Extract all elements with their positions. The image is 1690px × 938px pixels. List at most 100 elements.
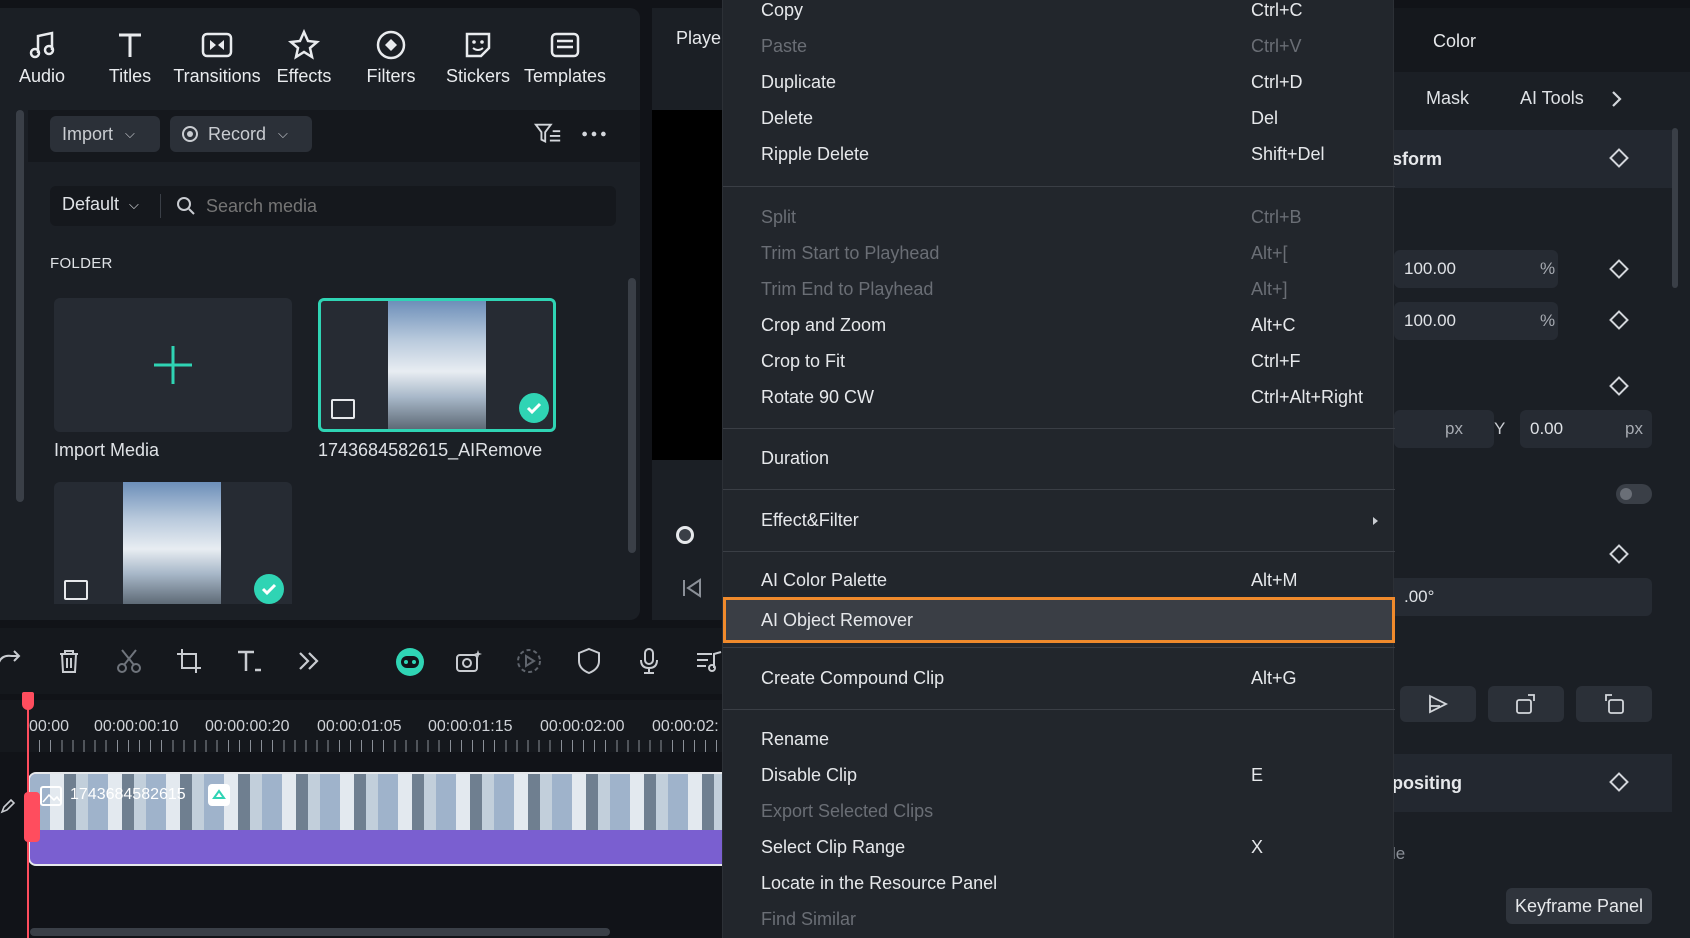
menu-item-ai-object-remover[interactable]: AI Object Remover: [723, 597, 1395, 643]
menu-item-label: Trim Start to Playhead: [761, 243, 940, 263]
menu-item-trim-end[interactable]: Trim End to Playhead Alt+]: [723, 272, 1395, 308]
scissors-icon[interactable]: [114, 646, 144, 676]
trash-icon[interactable]: [54, 646, 84, 676]
menu-item-crop-and-zoom[interactable]: Crop and Zoom Alt+C: [723, 308, 1395, 344]
rotate-left-button[interactable]: [1576, 686, 1652, 722]
menu-item-ripple-delete[interactable]: Ripple Delete Shift+Del: [723, 137, 1395, 173]
menu-item-copy[interactable]: Copy Ctrl+C: [723, 0, 1395, 29]
playhead-handle[interactable]: [22, 692, 34, 710]
menu-item-shortcut: Ctrl+V: [1251, 36, 1302, 56]
crop-icon[interactable]: [174, 646, 204, 676]
menu-item-effect-filter[interactable]: Effect&Filter: [723, 503, 1395, 539]
menu-item-duration[interactable]: Duration: [723, 441, 1395, 477]
menu-item-split[interactable]: Split Ctrl+B: [723, 200, 1395, 236]
menu-separator: [723, 709, 1395, 710]
properties-scrollbar[interactable]: [1672, 128, 1678, 288]
pen-icon[interactable]: [0, 798, 16, 814]
playhead[interactable]: [27, 692, 29, 938]
menu-item-label: Rotate 90 CW: [761, 387, 875, 407]
redo-icon[interactable]: [0, 646, 24, 676]
image-type-icon: [331, 399, 355, 419]
tab-audio[interactable]: Audio: [0, 28, 87, 98]
ai-camera-icon[interactable]: [454, 646, 484, 676]
player-scrub-handle[interactable]: [676, 526, 694, 544]
import-media-card[interactable]: [54, 298, 292, 432]
menu-item-delete[interactable]: Delete Del: [723, 101, 1395, 137]
position-y-unit: px: [1625, 419, 1643, 438]
keyframe-panel-button[interactable]: Keyframe Panel: [1506, 888, 1652, 924]
tab-ai-tools[interactable]: AI Tools: [1520, 88, 1584, 109]
transform-section-title: sform: [1392, 149, 1443, 169]
shield-icon[interactable]: [574, 646, 604, 676]
chevron-down-icon: ⌵: [125, 126, 135, 141]
menu-item-disable-clip[interactable]: Disable Clip E: [723, 758, 1395, 794]
menu-item-shortcut: Alt+]: [1251, 279, 1288, 299]
position-x-field[interactable]: [1394, 410, 1494, 448]
rotate-right-button[interactable]: [1488, 686, 1564, 722]
filter-sort-button[interactable]: [532, 118, 564, 150]
text-tool-icon[interactable]: [234, 646, 264, 676]
scale-y-field[interactable]: 100.00: [1394, 302, 1558, 340]
plus-icon: [154, 346, 192, 384]
tab-titles-label: Titles: [108, 66, 152, 86]
ai-copilot-icon[interactable]: [394, 646, 426, 678]
player-title: Player: [676, 28, 728, 48]
ruler-tick-label: 00:00:02:: [652, 718, 719, 735]
speed-icon[interactable]: [514, 646, 544, 676]
menu-item-shortcut: Del: [1251, 108, 1279, 128]
tab-transitions-label: Transitions: [173, 66, 261, 86]
menu-item-rename[interactable]: Rename: [723, 722, 1395, 758]
tab-color[interactable]: Color: [1433, 31, 1476, 52]
search-row: Default ⌵: [50, 186, 616, 226]
timeline-horizontal-scrollbar[interactable]: [30, 928, 610, 936]
menu-item-ai-color-palette[interactable]: AI Color Palette Alt+M: [723, 563, 1395, 599]
rotate-right-icon: [1516, 694, 1535, 714]
menu-item-create-compound-clip[interactable]: Create Compound Clip Alt+G: [723, 661, 1395, 697]
tab-titles[interactable]: Titles: [85, 28, 175, 98]
menu-item-rotate-90-cw[interactable]: Rotate 90 CW Ctrl+Alt+Right: [723, 380, 1395, 416]
scale-x-value: 100.00: [1404, 259, 1456, 278]
tab-transitions[interactable]: Transitions: [172, 28, 262, 98]
tab-templates[interactable]: Templates: [520, 28, 610, 98]
previous-frame-icon[interactable]: [680, 576, 704, 600]
tab-effects-label: Effects: [276, 66, 332, 86]
menu-item-trim-start[interactable]: Trim Start to Playhead Alt+[: [723, 236, 1395, 272]
menu-item-label: Duplicate: [761, 72, 837, 92]
media-card[interactable]: [54, 482, 292, 604]
media-card-selected[interactable]: [318, 298, 556, 432]
menu-item-locate-in-resource-panel[interactable]: Locate in the Resource Panel: [723, 866, 1395, 902]
tab-filters[interactable]: Filters: [346, 28, 436, 98]
menu-item-select-clip-range[interactable]: Select Clip Range X: [723, 830, 1395, 866]
media-scrollbar[interactable]: [628, 278, 636, 553]
tab-effects[interactable]: Effects: [259, 28, 349, 98]
scale-x-field[interactable]: 100.00: [1394, 250, 1558, 288]
more-options-button[interactable]: [578, 118, 610, 150]
timeline-clip[interactable]: 1743684582615: [28, 772, 730, 866]
media-panel-left-scrollbar[interactable]: [16, 110, 24, 502]
more-tools-icon[interactable]: [294, 646, 324, 676]
search-icon: [177, 197, 195, 215]
search-input[interactable]: [206, 190, 606, 222]
menu-item-duplicate[interactable]: Duplicate Ctrl+D: [723, 65, 1395, 101]
tab-mask[interactable]: Mask: [1426, 88, 1469, 109]
menu-item-find-similar[interactable]: Find Similar: [723, 902, 1395, 938]
ruler-tick-label: 00:00:01:05: [317, 718, 402, 735]
flip-horizontal-button[interactable]: [1400, 686, 1476, 722]
record-dropdown[interactable]: Record ⌵: [170, 116, 312, 152]
menu-item-label: Delete: [761, 108, 814, 128]
audio-list-icon[interactable]: [694, 646, 724, 676]
chevron-right-icon[interactable]: [1608, 88, 1626, 110]
microphone-icon[interactable]: [634, 646, 664, 676]
tab-stickers[interactable]: Stickers: [433, 28, 523, 98]
menu-item-paste[interactable]: Paste Ctrl+V: [723, 29, 1395, 65]
position-y-value: 0.00: [1530, 419, 1564, 438]
tab-audio-label: Audio: [18, 66, 66, 86]
rotation-field[interactable]: .00°: [1394, 578, 1652, 616]
toggle-switch[interactable]: [1616, 484, 1652, 504]
menu-item-export-selected-clips[interactable]: Export Selected Clips: [723, 794, 1395, 830]
ruler-tick-label: 00:00:01:15: [428, 718, 513, 735]
menu-item-crop-to-fit[interactable]: Crop to Fit Ctrl+F: [723, 344, 1395, 380]
sticker-icon: [465, 32, 491, 58]
sort-dropdown[interactable]: Default ⌵: [62, 194, 139, 215]
import-dropdown[interactable]: Import ⌵: [50, 116, 160, 152]
